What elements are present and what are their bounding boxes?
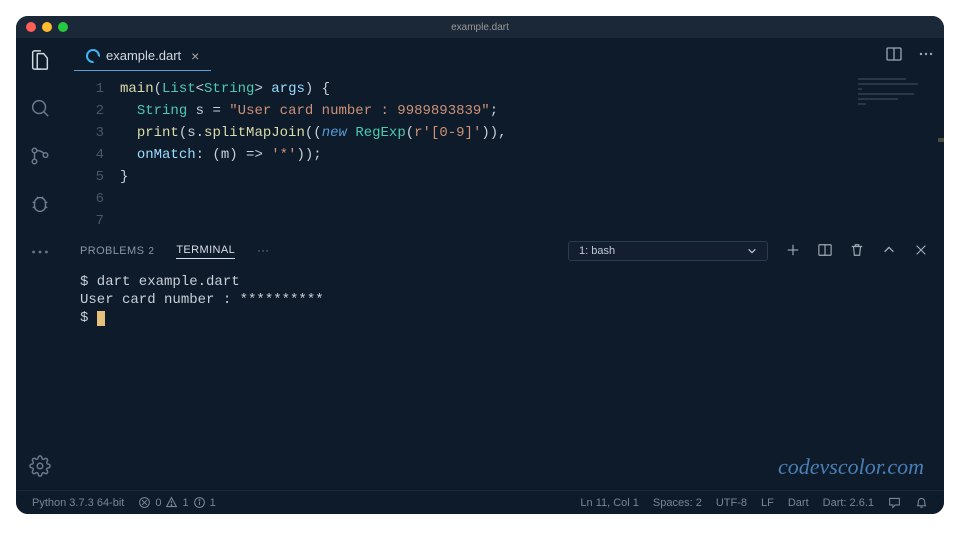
chevron-down-icon <box>747 246 757 256</box>
terminal-select[interactable]: 1: bash <box>568 241 768 261</box>
status-python[interactable]: Python 3.7.3 64-bit <box>32 497 124 509</box>
file-tab[interactable]: example.dart × <box>74 42 211 71</box>
split-terminal-icon[interactable] <box>818 243 832 260</box>
maximize-window-button[interactable] <box>58 22 68 32</box>
editor-window: example.dart <box>16 16 944 514</box>
close-window-button[interactable] <box>26 22 36 32</box>
terminal-line: $ <box>80 309 928 327</box>
chevron-up-icon[interactable] <box>882 243 896 260</box>
window-controls <box>26 22 68 32</box>
trash-icon[interactable] <box>850 243 864 260</box>
dart-file-icon <box>86 49 100 63</box>
search-icon[interactable] <box>28 96 52 120</box>
status-encoding[interactable]: UTF-8 <box>716 497 747 509</box>
more-actions-icon[interactable] <box>918 46 934 67</box>
code-content[interactable]: main(List<String> args) { String s = "Us… <box>120 78 944 232</box>
main-area: example.dart × 123 456 7 main(List<Strin… <box>16 38 944 490</box>
panel-header: PROBLEMS2 TERMINAL ··· 1: bash <box>80 241 928 261</box>
content-area: example.dart × 123 456 7 main(List<Strin… <box>64 38 944 490</box>
new-terminal-icon[interactable] <box>786 243 800 260</box>
info-icon <box>193 496 206 509</box>
titlebar: example.dart <box>16 16 944 38</box>
minimap[interactable] <box>858 78 938 158</box>
window-title: example.dart <box>451 22 509 33</box>
explorer-icon[interactable] <box>28 48 52 72</box>
terminal-line: $ dart example.dart <box>80 273 928 291</box>
feedback-icon[interactable] <box>888 496 901 509</box>
close-panel-icon[interactable] <box>914 243 928 260</box>
line-numbers: 123 456 7 <box>64 78 120 232</box>
terminal-line: User card number : ********** <box>80 291 928 309</box>
status-bar: Python 3.7.3 64-bit 0 1 1 Ln 11, Col 1 S… <box>16 490 944 514</box>
bell-icon[interactable] <box>915 496 928 509</box>
tab-bar: example.dart × <box>64 38 944 74</box>
terminal-tab[interactable]: TERMINAL <box>176 244 235 259</box>
close-tab-icon[interactable]: × <box>191 48 199 64</box>
debug-icon[interactable] <box>28 192 52 216</box>
status-dart[interactable]: Dart: 2.6.1 <box>823 497 874 509</box>
status-problems[interactable]: 0 1 1 <box>138 496 215 509</box>
panel: PROBLEMS2 TERMINAL ··· 1: bash <box>64 232 944 490</box>
code-editor[interactable]: 123 456 7 main(List<String> args) { Stri… <box>64 74 944 232</box>
status-cursor[interactable]: Ln 11, Col 1 <box>580 497 639 509</box>
error-icon <box>138 496 151 509</box>
terminal-cursor <box>97 311 105 326</box>
settings-gear-icon[interactable] <box>28 454 52 478</box>
more-icon[interactable] <box>28 240 52 264</box>
status-eol[interactable]: LF <box>761 497 774 509</box>
panel-more-icon[interactable]: ··· <box>257 245 269 257</box>
editor-actions <box>886 46 934 67</box>
warning-icon <box>165 496 178 509</box>
activity-bar <box>16 38 64 490</box>
minimize-window-button[interactable] <box>42 22 52 32</box>
watermark: codevscolor.com <box>778 454 924 480</box>
split-editor-icon[interactable] <box>886 46 902 67</box>
status-lang[interactable]: Dart <box>788 497 809 509</box>
problems-tab[interactable]: PROBLEMS2 <box>80 245 154 257</box>
source-control-icon[interactable] <box>28 144 52 168</box>
tab-label: example.dart <box>106 48 181 63</box>
status-spaces[interactable]: Spaces: 2 <box>653 497 702 509</box>
